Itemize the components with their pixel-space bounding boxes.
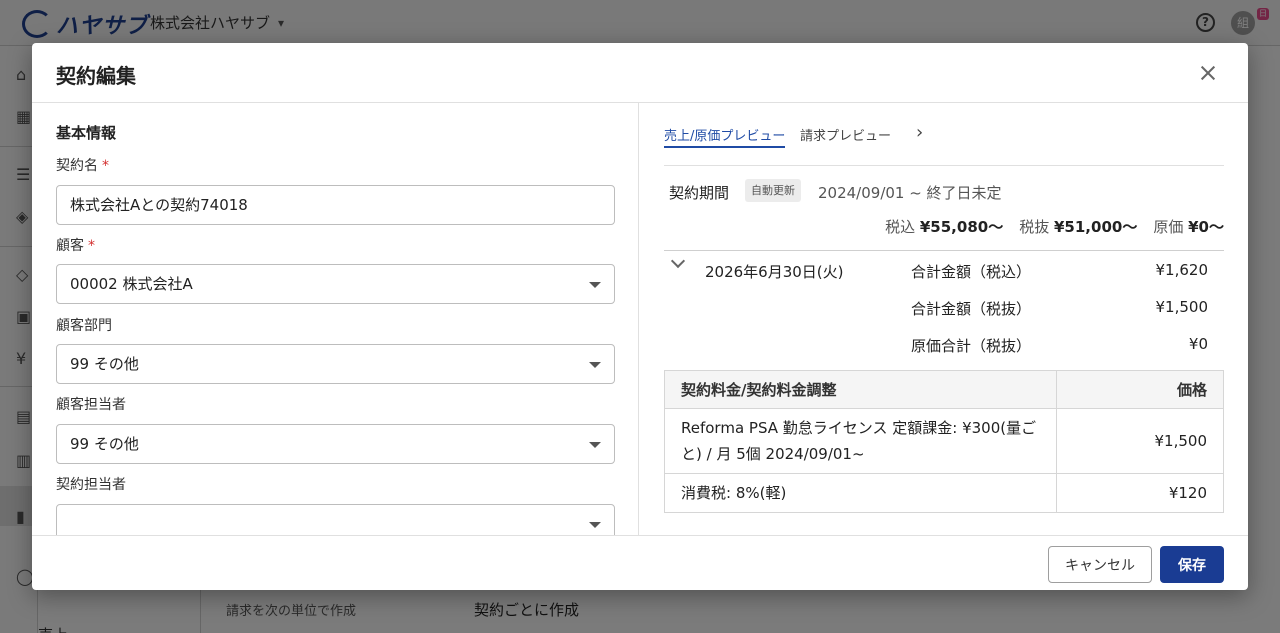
customer-dept-select[interactable]: 99 その他 [56,344,615,384]
tab-invoice-preview[interactable]: 請求プレビュー [800,125,891,144]
table-cell-item: Reforma PSA 勤怠ライセンス 定額課金: ¥300(量ごと) / 月 … [664,408,1057,474]
summary-date: 2026年6月30日(火) [705,263,844,281]
save-button[interactable]: 保存 [1160,546,1224,583]
contract-name-label-text: 契約名 [56,158,98,174]
contract-name-value: 株式会社Aとの契約74018 [70,196,248,214]
total-tax-incl: 税込 ¥55,080〜 [885,216,1003,237]
customer-select[interactable]: 00002 株式会社A [56,264,615,304]
price-table: 契約料金/契約料金調整 価格 Reforma PSA 勤怠ライセンス 定額課金:… [664,370,1224,513]
customer-label: 顧客 * [56,235,95,255]
cancel-button[interactable]: キャンセル [1048,546,1152,583]
table-header-row: 契約料金/契約料金調整 価格 [664,370,1224,409]
customer-contact-value: 99 その他 [70,435,139,453]
table-row: Reforma PSA 勤怠ライセンス 定額課金: ¥300(量ごと) / 月 … [664,408,1224,474]
required-mark: * [102,158,109,174]
customer-contact-label: 顧客担当者 [56,397,126,413]
table-cell-item: 消費税: 8%(軽) [664,473,1057,513]
totals-summary: 税込 ¥55,080〜 税抜 ¥51,000〜 原価 ¥0〜 [640,216,1224,237]
contract-owner-label: 契約担当者 [56,477,126,493]
total-tax-excl: 税抜 ¥51,000〜 [1019,216,1137,237]
chevron-down-icon[interactable] [670,253,686,269]
modal-title: 契約編集 [56,64,136,88]
summary-value-total-excl: ¥1,500 [1155,298,1209,316]
dropdown-caret-icon [589,522,601,528]
close-icon[interactable] [1194,59,1222,87]
summary-label-total-excl: 合計金額（税抜） [911,300,1032,318]
contract-period-label: 契約期間 [669,184,730,202]
contract-owner-select[interactable] [56,504,615,535]
tab-sales-cost-preview[interactable]: 売上/原価プレビュー [664,125,786,148]
dropdown-caret-icon [589,362,601,368]
total-tax-excl-value: ¥51,000〜 [1054,218,1138,236]
customer-label-text: 顧客 [56,238,84,254]
dropdown-caret-icon [589,282,601,288]
total-tax-excl-label: 税抜 [1019,218,1050,236]
summary-divider [664,250,1224,251]
summary-value-cost: ¥0 [1188,335,1208,353]
contract-period-value: 2024/09/01 ~ 終了日未定 [818,184,1002,202]
summary-label-total-incl: 合計金額（税込） [911,263,1032,281]
basic-info-form: 基本情報 契約名 * 株式会社Aとの契約74018 顧客 * 00002 株式会社A… [32,103,639,535]
total-tax-incl-label: 税込 [885,218,916,236]
total-cost-value: ¥0〜 [1188,218,1224,236]
summary-value-total-incl: ¥1,620 [1155,261,1209,279]
total-tax-incl-value: ¥55,080〜 [919,218,1004,236]
summary-label-cost: 原価合計（税抜） [911,337,1032,355]
section-title-basic-info: 基本情報 [56,124,117,142]
total-cost: 原価 ¥0〜 [1153,216,1224,237]
contract-name-label: 契約名 * [56,155,109,175]
modal-header: 契約編集 [32,43,1248,103]
customer-dept-value: 99 その他 [70,355,139,373]
auto-renew-badge: 自動更新 [745,179,801,202]
column-header-item: 契約料金/契約料金調整 [664,370,1057,409]
customer-value: 00002 株式会社A [70,275,193,293]
contract-name-input[interactable]: 株式会社Aとの契約74018 [56,185,615,225]
table-row: 消費税: 8%(軽) ¥120 [664,473,1224,513]
preview-pane: 売上/原価プレビュー 請求プレビュー › 契約期間 自動更新 2024/09/0… [640,103,1248,535]
column-header-price: 価格 [1056,370,1224,409]
required-mark: * [88,238,95,254]
chevron-right-icon[interactable]: › [916,122,923,143]
contract-edit-modal: 契約編集 基本情報 契約名 * 株式会社Aとの契約74018 顧客 * 00002 … [32,43,1248,590]
customer-contact-select[interactable]: 99 その他 [56,424,615,464]
total-cost-label: 原価 [1153,218,1184,236]
table-cell-price: ¥120 [1056,473,1224,513]
dropdown-caret-icon [589,442,601,448]
tabs-divider [664,165,1224,166]
modal-footer: キャンセル 保存 [32,535,1248,590]
customer-dept-label: 顧客部門 [56,318,112,334]
table-cell-price: ¥1,500 [1056,408,1224,474]
